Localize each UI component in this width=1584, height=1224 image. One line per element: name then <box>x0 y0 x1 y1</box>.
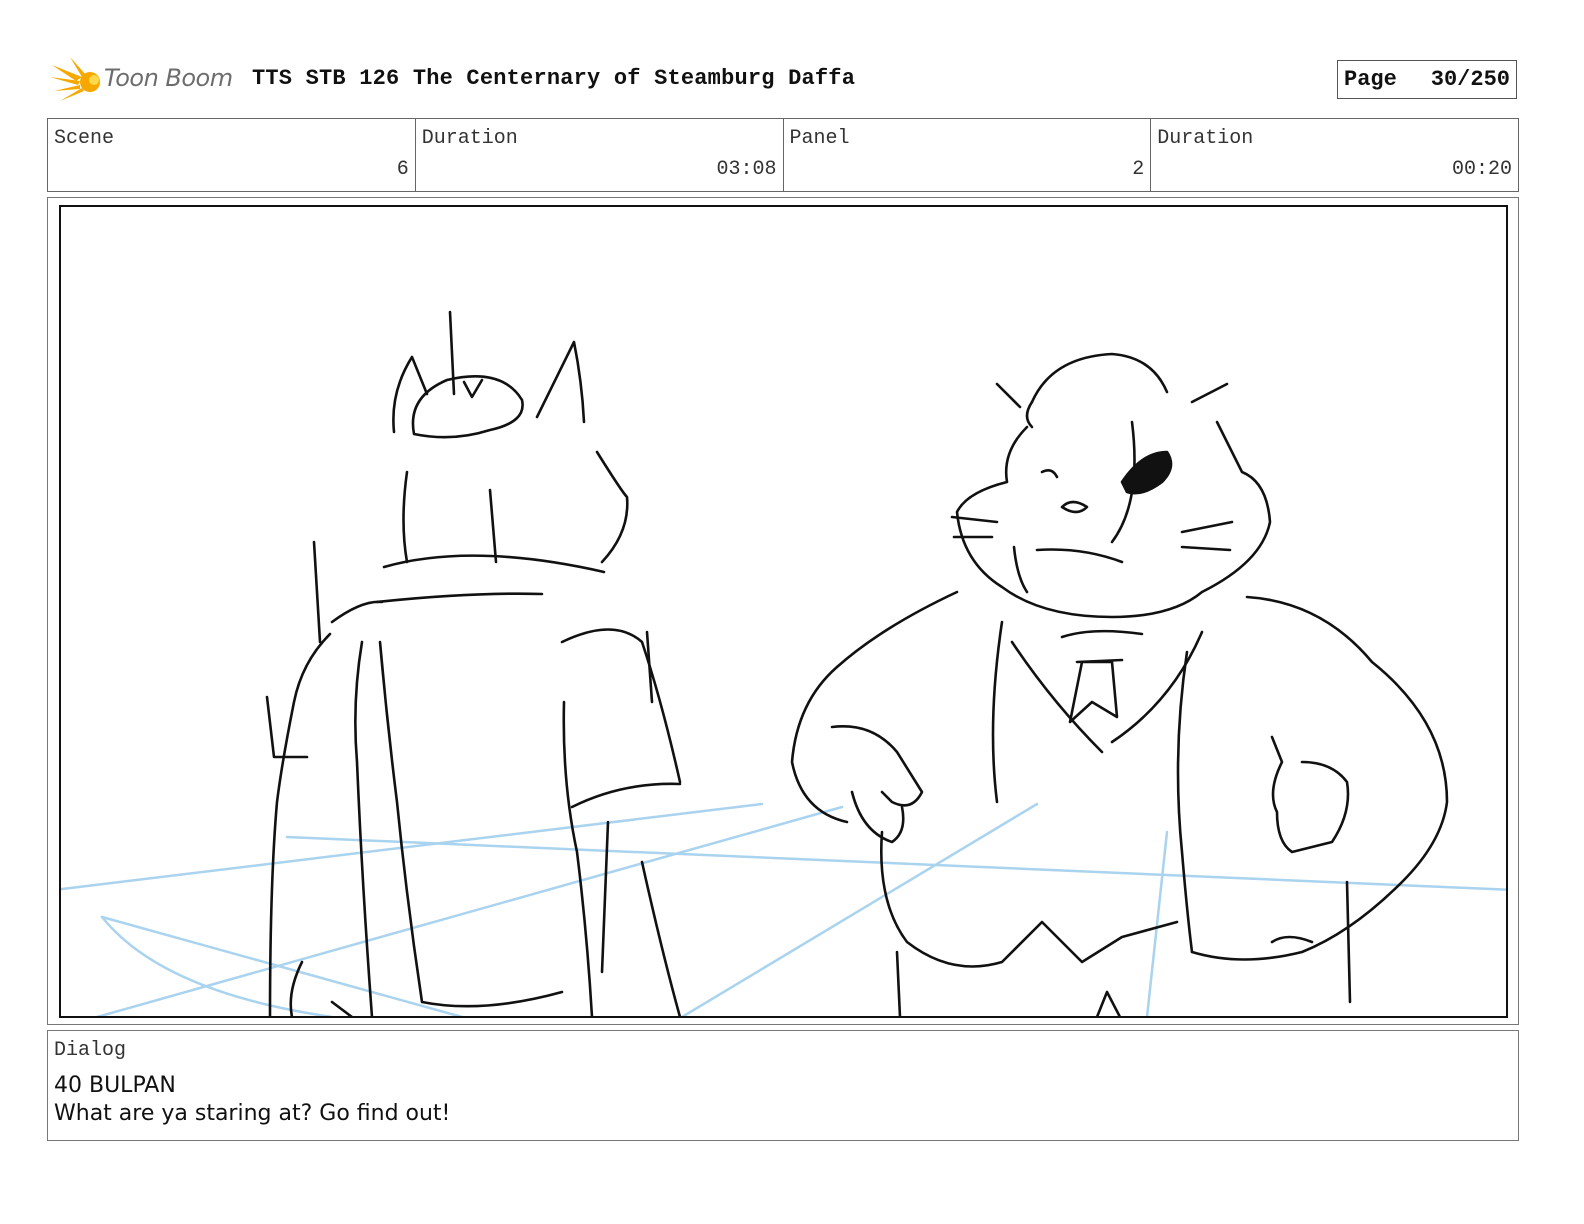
document-title: TTS STB 126 The Centernary of Steamburg … <box>252 66 856 91</box>
page-number: 30/250 <box>1430 67 1510 92</box>
scene-duration-value: 03:08 <box>716 158 777 181</box>
panel-duration-value: 00:20 <box>1451 158 1512 181</box>
scene-value: 6 <box>396 158 409 181</box>
scene-duration-label: Duration <box>421 127 518 150</box>
panel-duration-label: Duration <box>1157 127 1254 150</box>
panel-value: 2 <box>1132 158 1145 181</box>
storyboard-sketch <box>61 310 1506 1016</box>
scene-cell: Scene 6 <box>48 119 416 191</box>
dialog-label: Dialog <box>54 1039 127 1062</box>
scene-duration-cell: Duration 03:08 <box>416 119 784 191</box>
panel-label: Panel <box>789 127 850 150</box>
dialog-speaker: 40 BULPAN <box>54 1073 176 1098</box>
panel-info-row: Scene 6 Duration 03:08 Panel 2 Duration … <box>47 118 1519 192</box>
page-indicator: Page 30/250 <box>1337 60 1517 99</box>
panel-cell: Panel 2 <box>784 119 1152 191</box>
storyboard-panel-image <box>59 205 1508 1018</box>
dialog-text: What are ya staring at? Go find out! <box>54 1101 451 1126</box>
dialog-box: Dialog 40 BULPAN What are ya staring at?… <box>47 1030 1519 1141</box>
page-label: Page <box>1344 67 1397 92</box>
logo-text: Toon Boom <box>104 64 233 92</box>
panel-duration-cell: Duration 00:20 <box>1151 119 1518 191</box>
scene-label: Scene <box>54 127 115 150</box>
